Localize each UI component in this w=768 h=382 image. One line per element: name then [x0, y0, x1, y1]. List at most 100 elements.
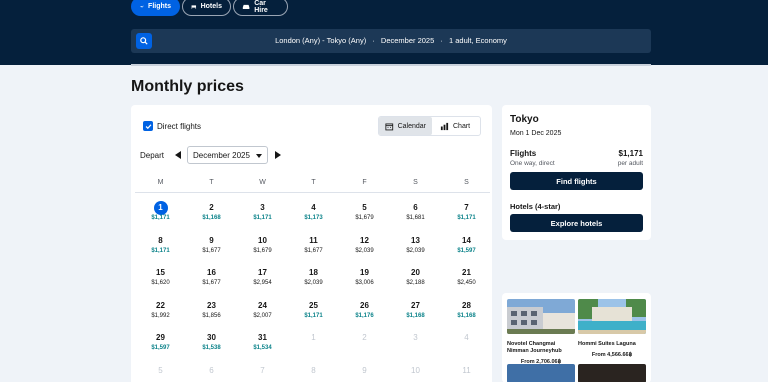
day-price: $1,677 [202, 280, 221, 286]
hotel-card[interactable]: Novotel Changmai Nimman Journeyhub From … [507, 299, 575, 365]
weekday-label: M [157, 179, 164, 186]
calendar-day[interactable]: 19 $3,006 [339, 264, 390, 296]
day-price: $1,597 [457, 247, 476, 254]
direct-flights-checkbox[interactable] [143, 121, 153, 131]
calendar-day: 3 [390, 329, 441, 361]
nav-car-hire-label: Car Hire [254, 0, 268, 14]
flights-price: $1,171 [618, 149, 643, 158]
calendar-day[interactable]: 18 $2,039 [288, 264, 339, 296]
calendar-day[interactable]: 9 $1,677 [186, 232, 237, 264]
calendar-day: 4 [441, 329, 492, 361]
nav-car-hire-tab[interactable]: Car Hire [233, 0, 288, 16]
calendar-day[interactable]: 26 $1,176 [339, 297, 390, 329]
calendar-day[interactable]: 2 $1,168 [186, 199, 237, 231]
calendar-day[interactable]: 20 $2,188 [390, 264, 441, 296]
day-price: $1,679 [355, 215, 374, 221]
day-number: 6 [413, 203, 418, 212]
day-number: 12 [360, 235, 369, 245]
hotel-name: Novotel Changmai Nimman Journeyhub [507, 341, 562, 354]
next-month-arrow-icon[interactable] [275, 151, 281, 159]
day-number: 7 [260, 365, 265, 375]
calendar-day[interactable]: 30 $1,538 [186, 329, 237, 361]
search-summary-bar[interactable]: London (Any) - Tokyo (Any) · December 20… [131, 29, 651, 53]
calendar-day[interactable]: 6 $1,681 [390, 199, 441, 231]
day-number: 20 [411, 268, 420, 277]
calendar-day[interactable]: 21 $2,450 [441, 264, 492, 296]
calendar-day[interactable]: 13 $2,039 [390, 232, 441, 264]
calendar-day: 10 [390, 362, 441, 382]
day-number: 30 [207, 333, 216, 342]
day-number: 4 [464, 333, 469, 342]
day-number: 24 [258, 300, 267, 310]
calendar-day[interactable]: 16 $1,677 [186, 264, 237, 296]
day-number: 5 [362, 203, 367, 212]
calendar-day: 1 [288, 329, 339, 361]
hotel-name: Hommi Suites Laguna [578, 341, 636, 347]
chart-view-button[interactable]: Chart [434, 117, 480, 135]
day-number: 31 [258, 333, 267, 342]
calendar-day[interactable]: 29 $1,597 [135, 329, 186, 361]
hotel-price: From 4,566.66฿ [591, 352, 633, 358]
nav-flights-tab[interactable]: Flights [131, 0, 180, 16]
calendar-day[interactable]: 3 $1,171 [237, 199, 288, 231]
weekday-label: S [413, 179, 418, 186]
calendar-day: 5 [135, 362, 186, 382]
calendar-day[interactable]: 7 $1,171 [441, 199, 492, 231]
calendar-icon [385, 122, 394, 130]
explore-hotels-button[interactable]: Explore hotels [510, 214, 643, 232]
calendar-day[interactable]: 17 $2,954 [237, 264, 288, 296]
calendar-day[interactable]: 15 $1,620 [135, 264, 186, 296]
calendar-day[interactable]: 14 $1,597 [441, 232, 492, 264]
calendar-day[interactable]: 22 $1,992 [135, 297, 186, 329]
day-number: 7 [464, 203, 469, 212]
search-route: London (Any) - Tokyo (Any) [275, 36, 367, 45]
calendar-day[interactable]: 4 $1,173 [288, 199, 339, 231]
calendar-day: 7 [237, 362, 288, 382]
calendar-day[interactable]: 12 $2,039 [339, 232, 390, 264]
bed-icon [191, 5, 197, 9]
day-number: 21 [462, 268, 471, 277]
calendar-day[interactable]: 27 $1,168 [390, 297, 441, 329]
day-number: 3 [260, 203, 265, 212]
weekday-header: M T W T F S S [135, 179, 490, 193]
calendar-day[interactable]: 8 $1,171 [135, 232, 186, 264]
day-price: $1,168 [457, 312, 476, 319]
calendar-day[interactable]: 28 $1,168 [441, 297, 492, 329]
day-number: 5 [158, 365, 163, 375]
day-price: $1,173 [304, 215, 323, 221]
calendar-day[interactable]: 5 $1,679 [339, 199, 390, 231]
calendar-day[interactable]: 11 $1,677 [288, 232, 339, 264]
month-select[interactable]: December 2025 [187, 146, 268, 164]
day-number: 6 [209, 365, 214, 375]
hotel-card[interactable]: Hommi Suites Laguna From 4,566.66฿ [578, 299, 646, 358]
day-price: $1,534 [253, 345, 272, 351]
day-number: 8 [311, 365, 316, 375]
calendar-day[interactable]: 24 $2,007 [237, 297, 288, 329]
direct-flights-label[interactable]: Direct flights [157, 122, 201, 131]
hotels-label: Hotels (4-star) [510, 202, 561, 211]
day-number: 1 [153, 201, 168, 215]
nav-hotels-tab[interactable]: Hotels [182, 0, 231, 16]
day-price: $2,450 [457, 280, 476, 286]
calendar-day[interactable]: 1 $1,171 [135, 199, 186, 231]
calendar-day[interactable]: 10 $1,679 [237, 232, 288, 264]
day-price: $1,168 [202, 215, 221, 221]
calendar-day[interactable]: 25 $1,171 [288, 297, 339, 329]
search-summary-text: London (Any) - Tokyo (Any) · December 20… [131, 36, 651, 45]
day-price: $1,538 [202, 345, 221, 351]
weekday-label: S [464, 179, 469, 186]
calendar-view-button[interactable]: Calendar [379, 117, 432, 135]
find-flights-button[interactable]: Find flights [510, 172, 643, 190]
day-price: $1,171 [457, 215, 476, 221]
day-price: $1,171 [151, 247, 170, 254]
previous-month-arrow-icon[interactable] [175, 151, 181, 159]
depart-label: Depart [140, 151, 165, 160]
day-number: 17 [258, 268, 267, 277]
calendar-day[interactable]: 31 $1,534 [237, 329, 288, 361]
day-number: 26 [360, 300, 369, 310]
day-price: $2,039 [406, 247, 425, 254]
destination-city: Tokyo [510, 114, 539, 125]
day-number: 23 [207, 300, 216, 310]
day-number: 2 [209, 203, 214, 212]
calendar-day[interactable]: 23 $1,856 [186, 297, 237, 329]
